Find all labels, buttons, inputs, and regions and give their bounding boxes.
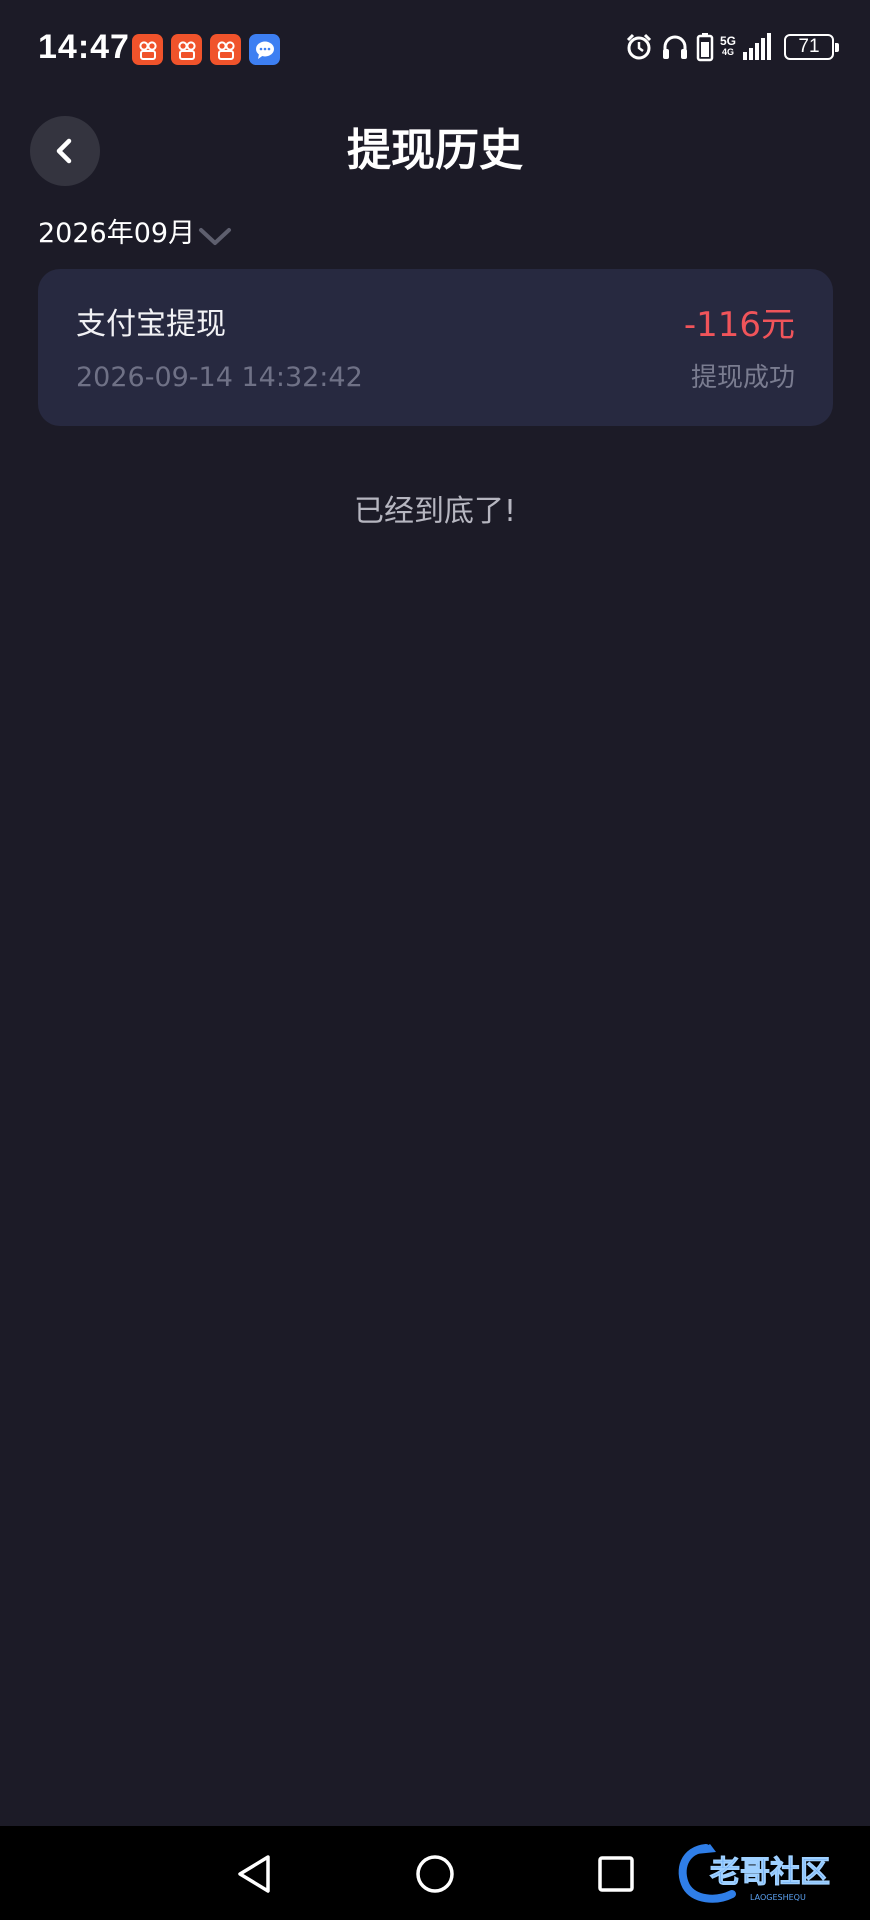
page-title: 提现历史	[347, 125, 523, 176]
kuaishou-icon	[171, 34, 202, 65]
watermark-text: 老哥社区	[710, 1855, 830, 1890]
triangle-back-icon	[238, 1855, 270, 1893]
status-bar: 14:47 5G 4G 71	[0, 0, 870, 100]
nav-back-button[interactable]	[228, 1848, 280, 1900]
record-status: 提现成功	[690, 363, 795, 393]
record-amount: -116元	[683, 305, 795, 345]
month-label: 2026年09月	[38, 218, 196, 249]
record-title: 支付宝提现	[76, 307, 226, 342]
battery-indicator: 71	[784, 34, 839, 60]
kuaishou-icon	[132, 34, 163, 65]
system-status: 5G 4G 71	[624, 32, 839, 62]
network-type: 5G 4G	[719, 34, 736, 57]
nav-recents-button[interactable]	[590, 1848, 642, 1900]
chevron-down-icon	[199, 228, 232, 245]
end-of-list-text: 已经到底了!	[353, 494, 517, 529]
notification-icons	[132, 34, 280, 65]
kuaishou-icon	[210, 34, 241, 65]
watermark-subtext: LAOGESHEQU	[750, 1893, 806, 1902]
status-time: 14:47	[38, 28, 130, 66]
alarm-icon	[624, 32, 654, 62]
month-selector[interactable]: 2026年09月	[38, 214, 233, 254]
square-recents-icon	[598, 1856, 634, 1892]
withdrawal-record-card[interactable]: 支付宝提现 2026-09-14 14:32:42 -116元 提现成功	[38, 269, 833, 426]
system-nav-bar: 老哥社区 LAOGESHEQU	[0, 1826, 870, 1920]
record-time: 2026-09-14 14:32:42	[76, 362, 363, 393]
signal-icon	[742, 32, 772, 62]
message-icon	[249, 34, 280, 65]
headphones-icon	[660, 32, 690, 62]
circle-home-icon	[416, 1855, 454, 1893]
battery-saver-icon	[696, 32, 714, 62]
watermark-logo: 老哥社区 LAOGESHEQU	[676, 1840, 856, 1908]
nav-home-button[interactable]	[409, 1848, 461, 1900]
